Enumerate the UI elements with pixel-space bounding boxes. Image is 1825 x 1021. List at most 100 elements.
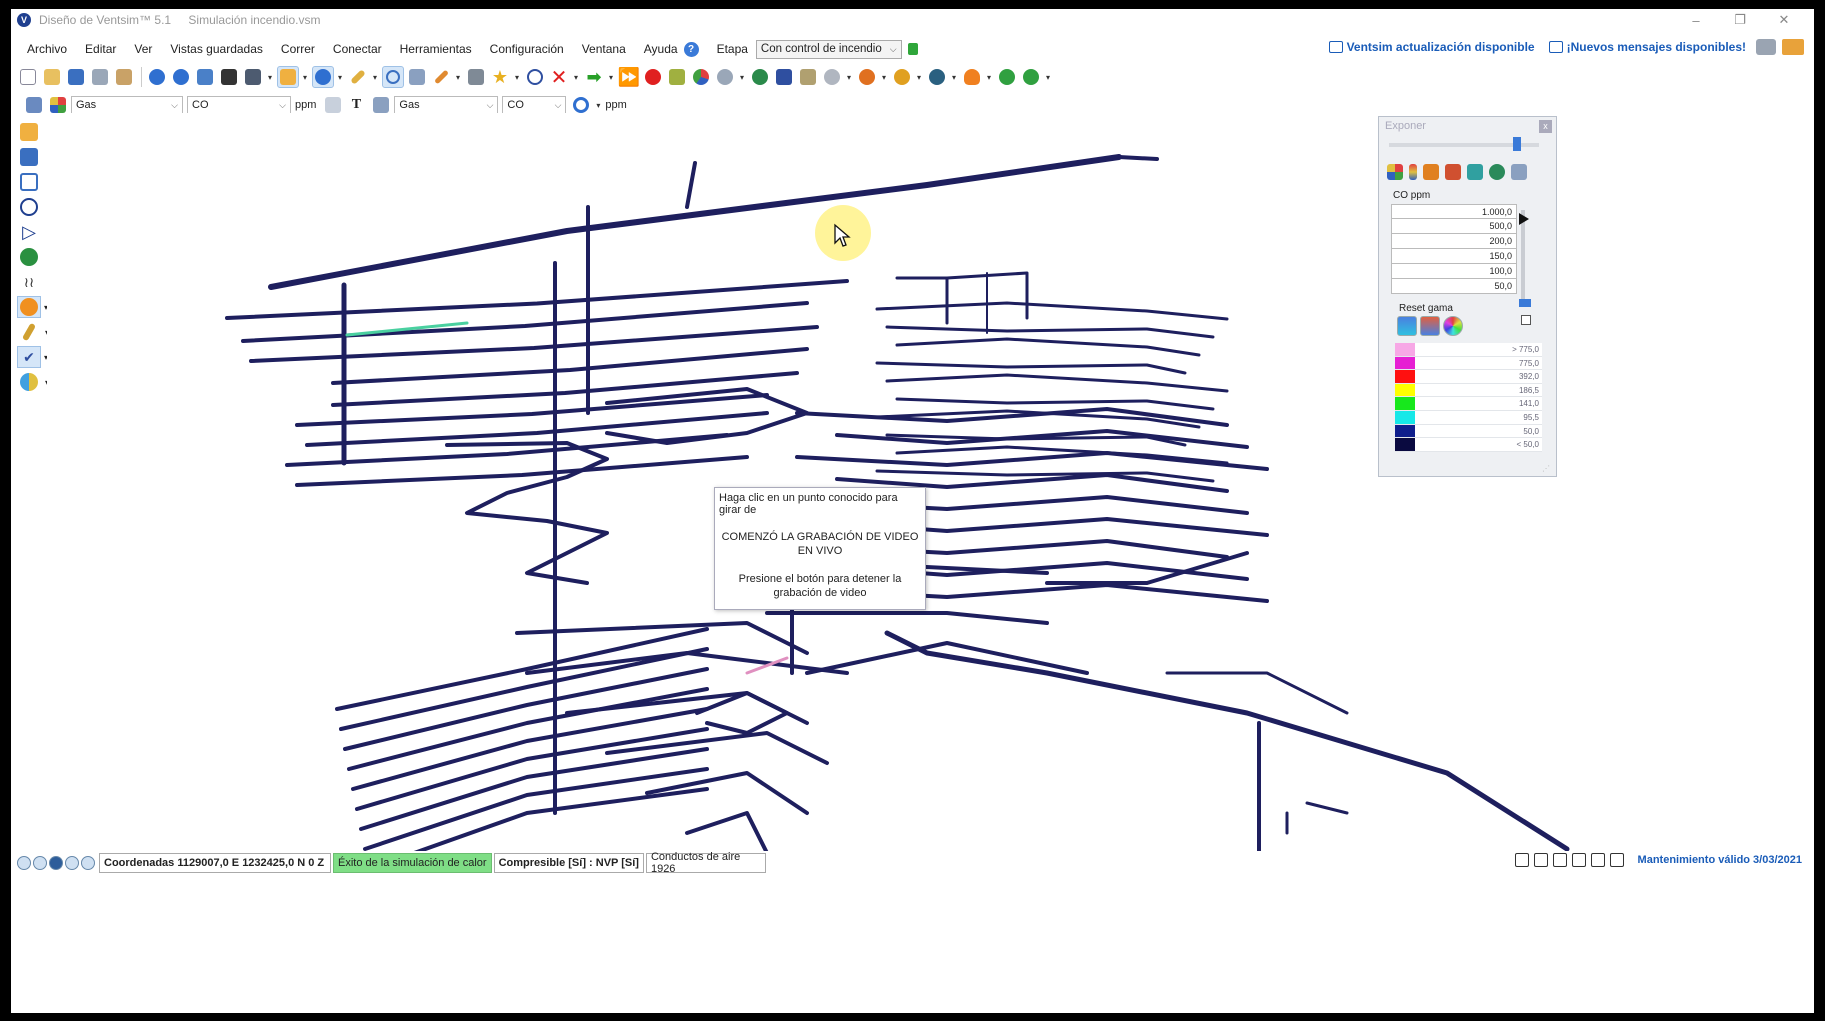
target-button[interactable]	[524, 66, 546, 88]
fullscreen-icon[interactable]	[1609, 853, 1624, 867]
airway-segment[interactable]	[1165, 671, 1349, 715]
dropdown-arrow-icon[interactable]: ▾	[985, 73, 993, 82]
color-wheel-button[interactable]	[1443, 316, 1463, 336]
wrench-button[interactable]	[465, 66, 487, 88]
airway-segment[interactable]	[359, 747, 709, 831]
dropdown-arrow-icon[interactable]: ▾	[454, 73, 462, 82]
dropdown-arrow-icon[interactable]: ▾	[845, 73, 853, 82]
gradient-bar-icon[interactable]	[1409, 164, 1417, 180]
airway-segment[interactable]	[565, 691, 809, 725]
menu-conectar[interactable]: Conectar	[333, 42, 382, 56]
recycle-button[interactable]	[996, 66, 1018, 88]
dropdown-arrow-icon[interactable]: ▾	[1044, 73, 1052, 82]
binoculars-button[interactable]	[218, 66, 240, 88]
add-node-button[interactable]	[749, 66, 771, 88]
record-button[interactable]	[312, 66, 334, 88]
species-select-left[interactable]: CO ⌵	[187, 95, 291, 115]
fan-button[interactable]: ⏩	[618, 66, 640, 88]
package-icon[interactable]	[1782, 39, 1804, 55]
level-input[interactable]: 50,0	[1391, 279, 1517, 294]
arrow-right-button[interactable]: ➡	[583, 66, 605, 88]
menu-editar[interactable]: Editar	[85, 42, 116, 56]
view-side-icon[interactable]	[1552, 853, 1567, 867]
dropdown-arrow-icon[interactable]: ▾	[513, 73, 521, 82]
compressible-status[interactable]: Compresible [Sí] : NVP [Sí]	[493, 853, 644, 873]
reset-range-button[interactable]	[1397, 316, 1417, 336]
dropdown-arrow-icon[interactable]: ▾	[738, 73, 746, 82]
gauge-button[interactable]	[821, 66, 843, 88]
airway-segment[interactable]	[875, 361, 1187, 375]
display-settings-button[interactable]	[23, 94, 45, 116]
view-3d-icon[interactable]	[1590, 853, 1605, 867]
restore-button[interactable]: ❐	[1718, 9, 1762, 31]
grid-icon[interactable]	[1387, 164, 1403, 180]
level-input[interactable]: 200,0	[1391, 234, 1517, 249]
save-button[interactable]	[65, 66, 87, 88]
nav-prev-icon[interactable]	[33, 856, 47, 870]
globe-button[interactable]	[926, 66, 948, 88]
stop-sign-button[interactable]	[642, 66, 664, 88]
reset-checkbox[interactable]	[1521, 315, 1531, 325]
nav-last-icon[interactable]	[81, 856, 95, 870]
circle-tool-button[interactable]	[17, 196, 41, 218]
menu-ventana[interactable]: Ventana	[582, 42, 626, 56]
delete-button[interactable]: ✕	[548, 66, 570, 89]
airway-segment[interactable]	[268, 154, 1122, 290]
heat-button[interactable]	[856, 66, 878, 88]
open-file-button[interactable]	[41, 66, 63, 88]
heat-source-button[interactable]: ▾	[17, 296, 48, 318]
airway-segment[interactable]	[795, 451, 1269, 471]
wave-icon[interactable]: ≀≀	[17, 271, 41, 293]
filter-button[interactable]	[797, 66, 819, 88]
airway-segment[interactable]	[885, 325, 1215, 339]
menu-configuracion[interactable]: Configuración	[490, 42, 564, 56]
heat-sim-status[interactable]: Éxito de la simulación de calor	[333, 853, 492, 873]
export-icon[interactable]	[1511, 164, 1527, 180]
layers-button[interactable]	[194, 66, 216, 88]
camera-icon[interactable]	[1756, 39, 1776, 55]
airway-segment[interactable]	[895, 337, 1201, 357]
menu-ver[interactable]: Ver	[134, 42, 152, 56]
brush-button[interactable]: ▾	[17, 321, 49, 343]
select-tool-button[interactable]	[277, 66, 299, 88]
menu-ayuda[interactable]: Ayuda	[644, 42, 678, 56]
globe-icon[interactable]	[1489, 164, 1505, 180]
dropdown-arrow-icon[interactable]: ▾	[336, 73, 344, 82]
airway-segment[interactable]	[225, 279, 849, 320]
level-input[interactable]: 100,0	[1391, 264, 1517, 279]
pan-button[interactable]	[406, 66, 428, 88]
stack-icon[interactable]	[1467, 164, 1483, 180]
slider-thumb[interactable]	[1513, 137, 1521, 151]
airway-segment[interactable]	[875, 301, 1229, 321]
spell-check-button[interactable]: ✔ ▾	[17, 346, 48, 368]
menu-archivo[interactable]: Archivo	[27, 42, 67, 56]
menu-correr[interactable]: Correr	[281, 42, 315, 56]
gas-select-left[interactable]: Gas ⌵	[71, 95, 183, 115]
paste-button[interactable]	[113, 66, 135, 88]
airway-segment[interactable]	[363, 767, 709, 851]
cloud-button[interactable]	[714, 66, 736, 88]
lock-icon[interactable]	[907, 43, 918, 55]
minimize-button[interactable]: –	[1674, 9, 1718, 31]
cube-icon[interactable]	[1423, 164, 1439, 180]
undo-button[interactable]	[146, 66, 168, 88]
globe-icon[interactable]	[17, 246, 41, 268]
nav-current-icon[interactable]	[49, 856, 63, 870]
airway-segment[interactable]	[884, 630, 1570, 852]
play-button[interactable]: ▷	[17, 221, 41, 243]
table-button[interactable]	[17, 171, 41, 193]
range-min-handle[interactable]	[1519, 299, 1531, 307]
cube-view-button[interactable]	[17, 121, 41, 143]
nav-first-icon[interactable]	[17, 856, 31, 870]
dropdown-arrow-icon[interactable]: ▾	[607, 73, 615, 82]
layers-icon[interactable]	[1445, 164, 1461, 180]
view-top-icon[interactable]	[1514, 853, 1529, 867]
airway-segment[interactable]	[895, 276, 949, 325]
stage-select[interactable]: Con control de incendio ⌵	[755, 39, 902, 59]
dropdown-arrow-icon[interactable]: ▾	[572, 73, 580, 82]
pie-chart-button[interactable]	[690, 66, 712, 88]
ruler-button[interactable]	[347, 66, 369, 88]
text-tool-button[interactable]: T	[346, 97, 366, 113]
level-input[interactable]: 500,0	[1391, 219, 1517, 234]
airway-segment[interactable]	[895, 397, 1215, 411]
